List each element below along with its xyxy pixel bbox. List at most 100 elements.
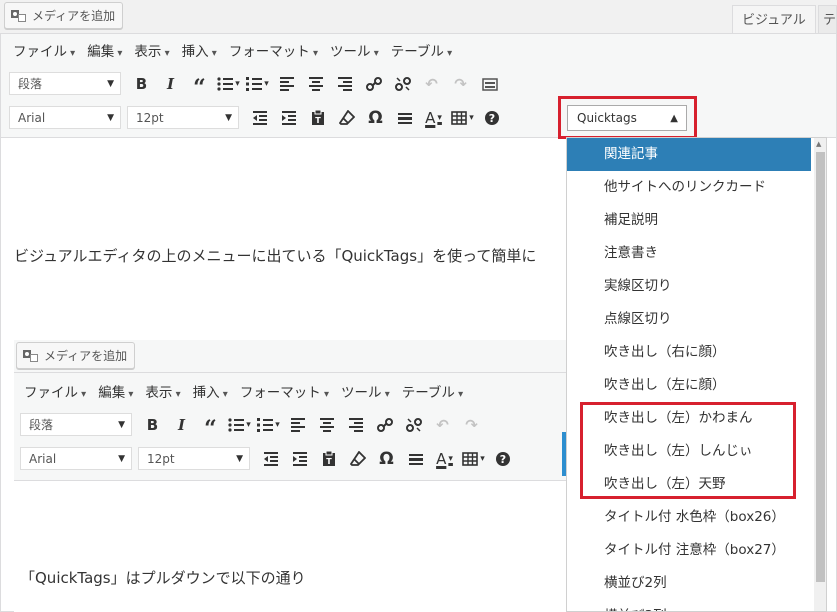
italic-icon[interactable]: I [159,72,182,95]
align-right-icon[interactable] [333,72,356,95]
inner-menu-insert: 挿入 [193,381,228,401]
dropdown-scrollbar[interactable]: ▲ [814,138,826,611]
svg-text:?: ? [499,453,505,466]
dropdown-item[interactable]: タイトル付 注意枠（box27） [567,534,811,567]
inner-menu-view: 表示 [145,381,180,401]
add-media-label: メディアを追加 [32,9,116,23]
blockquote-icon: “ [204,415,217,442]
redo-icon[interactable]: ↷ [449,72,472,95]
chevron-down-icon: ▼ [225,112,232,123]
menu-view[interactable]: 表示 [134,40,169,60]
chevron-down-icon: ▼ [118,453,125,464]
content-paragraph-2: 「QuickTags」はプルダウンで以下の通り [20,569,306,587]
balloon-items-highlight-box [580,402,796,499]
table-icon[interactable] [451,106,474,129]
horizontal-line-icon [404,447,427,470]
help-icon: ? [491,447,514,470]
blockquote-icon[interactable]: “ [188,72,211,101]
horizontal-line-icon[interactable] [393,106,416,129]
dropdown-item[interactable]: 吹き出し（左に顔） [567,369,811,402]
scroll-up-icon[interactable]: ▲ [816,140,821,148]
dropdown-item[interactable]: 他サイトへのリンクカード [567,171,811,204]
menu-table[interactable]: テーブル [391,40,452,60]
clear-formatting-icon [346,447,369,470]
bullet-list-icon [228,413,251,436]
dropdown-item[interactable]: 点線区切り [567,303,811,336]
align-left-icon [286,413,309,436]
toolbar-toggle-icon[interactable] [478,72,501,95]
numbered-list-icon [257,413,280,436]
svg-text:T: T [326,457,332,466]
clear-formatting-icon[interactable] [335,106,358,129]
dropdown-item[interactable]: 補足説明 [567,204,811,237]
bold-icon[interactable]: B [130,72,153,95]
help-icon[interactable]: ? [480,106,503,129]
menu-tools[interactable]: ツール [330,40,379,60]
dropdown-scroll-thumb[interactable] [816,152,825,582]
inner-paragraph-label: 段落 [29,418,54,432]
menu-edit[interactable]: 編集 [87,40,122,60]
paragraph-select[interactable]: 段落 ▼ [9,72,121,95]
numbered-list-icon[interactable] [246,72,269,95]
toolbar-row-1: 段落 ▼ B I “ ↶ ↷ [9,72,504,101]
indent-icon [288,447,311,470]
divider [14,372,566,373]
media-icon [23,349,38,362]
dropdown-item[interactable]: 実線区切り [567,270,811,303]
font-family-select[interactable]: Arial ▼ [9,106,121,129]
undo-icon: ↶ [436,415,449,434]
inner-paragraph-select: 段落 ▼ [20,413,132,436]
dropdown-item[interactable]: 横並び2列 [567,567,811,600]
inner-add-media-button: メディアを追加 [16,342,136,369]
outdent-icon [259,447,282,470]
menu-insert[interactable]: 挿入 [182,40,217,60]
menubar: ファイル 編集 表示 挿入 フォーマット ツール テーブル [13,40,464,60]
paste-text-icon[interactable]: T [306,106,329,129]
align-right-icon [344,413,367,436]
text-color-icon: A [433,447,456,470]
align-left-icon[interactable] [275,72,298,95]
align-center-icon[interactable] [304,72,327,95]
undo-icon[interactable]: ↶ [420,72,443,95]
menu-format[interactable]: フォーマット [229,40,318,60]
unlink-icon[interactable] [391,72,414,95]
dropdown-item[interactable]: タイトル付 水色枠（box26） [567,501,811,534]
bullet-list-icon[interactable] [217,72,240,95]
link-icon [373,413,396,436]
inner-toolbar-row-2: Arial ▼ 12pt ▼ T Ω A ? [20,447,517,470]
quicktags-highlight-box [558,96,697,139]
add-media-button[interactable]: メディアを追加 [4,2,124,29]
inner-menu-edit: 編集 [98,381,133,401]
chevron-down-icon: ▼ [118,419,125,430]
outdent-icon[interactable] [248,106,271,129]
dropdown-item[interactable]: 注意書き [567,237,811,270]
chevron-down-icon: ▼ [107,78,114,89]
indent-icon[interactable] [277,106,300,129]
bold-icon: B [146,415,159,434]
dropdown-item[interactable]: 吹き出し（右に顔） [567,336,811,369]
inner-menu-file: ファイル [24,381,86,401]
dropdown-item[interactable]: 横並び3列 [567,600,811,611]
menu-file[interactable]: ファイル [13,40,75,60]
inner-menubar: ファイル 編集 表示 挿入 フォーマット ツール テーブル [24,381,475,401]
chevron-down-icon: ▼ [107,112,114,123]
inner-menu-tools: ツール [341,381,390,401]
unlink-icon [402,413,425,436]
inner-add-media-label: メディアを追加 [44,349,128,363]
font-size-select[interactable]: 12pt ▼ [127,106,239,129]
tab-text[interactable]: テ [818,5,837,35]
inner-font-family-label: Arial [29,451,57,466]
inner-font-size-label: 12pt [147,451,175,466]
inner-font-family-select: Arial ▼ [20,447,132,470]
media-icon [11,9,26,22]
special-character-icon[interactable]: Ω [364,106,387,129]
text-color-icon[interactable]: A [422,106,445,129]
link-icon[interactable] [362,72,385,95]
svg-text:?: ? [488,112,494,125]
italic-icon: I [177,415,186,434]
tab-visual[interactable]: ビジュアル [732,5,816,35]
inner-menu-table: テーブル [402,381,463,401]
quicktags-dropdown-list: 関連記事 他サイトへのリンクカード 補足説明 注意書き 実線区切り 点線区切り 吹き出し（右… [567,138,826,611]
align-center-icon [315,413,338,436]
dropdown-item[interactable]: 関連記事 [567,138,811,171]
